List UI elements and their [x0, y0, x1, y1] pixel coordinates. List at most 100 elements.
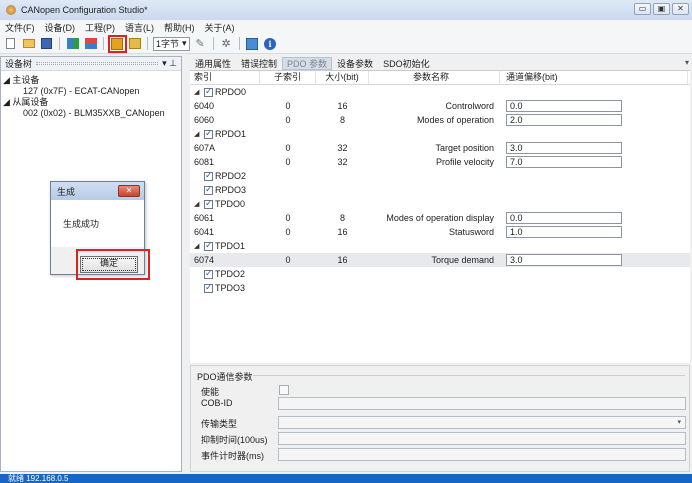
- entry-size: 8: [339, 213, 345, 223]
- expand-triangle-icon[interactable]: ◢: [3, 97, 12, 107]
- tab-sdo-init[interactable]: SDO初始化: [378, 57, 435, 70]
- tab-scroll-icon[interactable]: ▾: [685, 58, 689, 67]
- pdo-enable-checkbox[interactable]: [204, 184, 213, 195]
- pdo-group-row[interactable]: ◢ RPDO0: [190, 85, 690, 99]
- pdo-group-label: TPDO0: [215, 199, 246, 209]
- dialog-message: 生成成功: [51, 200, 144, 247]
- close-button[interactable]: ✕: [672, 3, 689, 15]
- expand-triangle-icon[interactable]: ◢: [194, 200, 202, 208]
- entry-offset-cell: 3.0: [500, 142, 688, 154]
- pdo-entry-row[interactable]: 6041 0 16 Statusword 1.0: [190, 225, 690, 239]
- tab-device-params[interactable]: 设备参数: [332, 57, 378, 70]
- entry-index: 607A: [194, 143, 216, 153]
- remove-device-button[interactable]: [83, 36, 98, 51]
- pdo-entry-row[interactable]: 6040 0 16 Controlword 0.0: [190, 99, 690, 113]
- menu-device[interactable]: 设备(D): [45, 21, 76, 34]
- event-timer-field[interactable]: [278, 448, 686, 461]
- menu-project[interactable]: 工程(P): [85, 21, 115, 34]
- entry-offset-field[interactable]: 0.0: [506, 100, 622, 112]
- pdo-entry-row[interactable]: 6060 0 8 Modes of operation 2.0: [190, 113, 690, 127]
- col-subindex[interactable]: 子索引: [260, 71, 316, 84]
- entry-offset-field[interactable]: 3.0: [506, 142, 622, 154]
- tree-node-master[interactable]: ◢ 主设备: [3, 75, 179, 86]
- pdo-enable-checkbox[interactable]: [204, 170, 213, 181]
- pdo-enable-checkbox[interactable]: [204, 282, 213, 293]
- pdo-group-row[interactable]: TPDO2: [190, 267, 690, 281]
- download-button[interactable]: [245, 36, 260, 51]
- new-file-button[interactable]: [3, 36, 18, 51]
- minimize-button[interactable]: ▭: [634, 3, 651, 15]
- pdo-entry-row[interactable]: 607A 0 32 Target position 3.0: [190, 141, 690, 155]
- menu-about[interactable]: 关于(A): [205, 21, 235, 34]
- tree-node-slave[interactable]: ◢ 从属设备: [3, 97, 179, 108]
- entry-offset-field[interactable]: 2.0: [506, 114, 622, 126]
- tab-pdo-params[interactable]: PDO 参数: [282, 57, 333, 70]
- toolbar-separator: [212, 37, 214, 50]
- col-name[interactable]: 参数名称: [369, 71, 500, 84]
- entry-offset-field[interactable]: 3.0: [506, 254, 622, 266]
- col-size[interactable]: 大小(bit): [316, 71, 369, 84]
- export-button[interactable]: [127, 36, 142, 51]
- entry-index: 6040: [194, 101, 215, 111]
- info-button[interactable]: i: [263, 36, 278, 51]
- menu-bar: 文件(F) 设备(D) 工程(P) 语言(L) 帮助(H) 关于(A): [0, 20, 692, 34]
- entry-subindex: 0: [285, 143, 291, 153]
- tree-item-slave-device[interactable]: 002 (0x02) - BLM35XXB_CANopen: [3, 108, 179, 119]
- pdo-group-row[interactable]: RPDO3: [190, 183, 690, 197]
- tab-general[interactable]: 通用属性: [190, 57, 236, 70]
- entry-offset-field[interactable]: 1.0: [506, 226, 622, 238]
- enable-checkbox[interactable]: [279, 385, 289, 395]
- pdo-enable-checkbox[interactable]: [204, 128, 213, 139]
- menu-help[interactable]: 帮助(H): [164, 21, 195, 34]
- entry-offset-field[interactable]: 0.0: [506, 212, 622, 224]
- pdo-group-row[interactable]: ◢ TPDO0: [190, 197, 690, 211]
- pdo-enable-checkbox[interactable]: [204, 268, 213, 279]
- expand-triangle-icon[interactable]: ◢: [194, 242, 202, 250]
- byte-size-select[interactable]: 1字节 ▾: [153, 36, 190, 51]
- device-tree: ◢ 主设备 127 (0x7F) - ECAT-CANopen ◢ 从属设备 0…: [1, 71, 181, 123]
- tab-error-control[interactable]: 错误控制: [236, 57, 282, 70]
- pdo-group-row[interactable]: TPDO3: [190, 281, 690, 295]
- col-offset[interactable]: 通道偏移(bit): [500, 71, 688, 84]
- menu-language[interactable]: 语言(L): [125, 21, 154, 34]
- settings-button[interactable]: ✲: [219, 36, 234, 51]
- pdo-group-cell: RPDO2: [190, 170, 260, 181]
- pin-icon[interactable]: ▾ ⊥: [162, 58, 177, 69]
- tree-item-master-device[interactable]: 127 (0x7F) - ECAT-CANopen: [3, 86, 179, 97]
- expand-triangle-icon[interactable]: ◢: [3, 75, 12, 85]
- pdo-enable-checkbox[interactable]: [204, 86, 213, 97]
- entry-index: 6081: [194, 157, 215, 167]
- edit-button[interactable]: ✎: [193, 36, 208, 51]
- pdo-group-label: RPDO1: [215, 129, 247, 139]
- inhibit-time-label: 抑制时间(100us): [201, 435, 268, 445]
- expand-triangle-icon[interactable]: ◢: [194, 130, 202, 138]
- expand-triangle-icon[interactable]: ◢: [194, 88, 202, 96]
- add-device-button[interactable]: [65, 36, 80, 51]
- maximize-button[interactable]: ▣: [653, 3, 670, 15]
- inhibit-time-field[interactable]: [278, 432, 686, 445]
- entry-offset-field[interactable]: 7.0: [506, 156, 622, 168]
- pdo-group-row[interactable]: ◢ RPDO1: [190, 127, 690, 141]
- pdo-enable-checkbox[interactable]: [204, 198, 213, 209]
- entry-index: 6061: [194, 213, 215, 223]
- save-button[interactable]: [39, 36, 54, 51]
- pdo-entry-row[interactable]: 6081 0 32 Profile velocity 7.0: [190, 155, 690, 169]
- pdo-group-row[interactable]: ◢ TPDO1: [190, 239, 690, 253]
- toolbar-separator: [238, 37, 240, 50]
- pdo-enable-checkbox[interactable]: [204, 240, 213, 251]
- cob-id-field[interactable]: [278, 397, 686, 410]
- pdo-entry-row[interactable]: 6074 0 16 Torque demand 3.0: [190, 253, 690, 267]
- transmission-type-select[interactable]: ▾: [278, 416, 686, 429]
- menu-file[interactable]: 文件(F): [5, 21, 35, 34]
- toolbar-separator: [147, 37, 148, 50]
- title-bar: CANopen Configuration Studio* ▭ ▣ ✕: [0, 0, 692, 20]
- pdo-entry-row[interactable]: 6061 0 8 Modes of operation display 0.0: [190, 211, 690, 225]
- entry-subindex: 0: [285, 101, 291, 111]
- col-index[interactable]: 索引: [190, 71, 260, 84]
- entry-index: 6074: [194, 255, 215, 265]
- entry-name: Controlword: [445, 101, 494, 111]
- entry-offset-cell: 2.0: [500, 114, 688, 126]
- open-button[interactable]: [21, 36, 36, 51]
- dialog-close-button[interactable]: ✕: [118, 185, 140, 197]
- pdo-group-row[interactable]: RPDO2: [190, 169, 690, 183]
